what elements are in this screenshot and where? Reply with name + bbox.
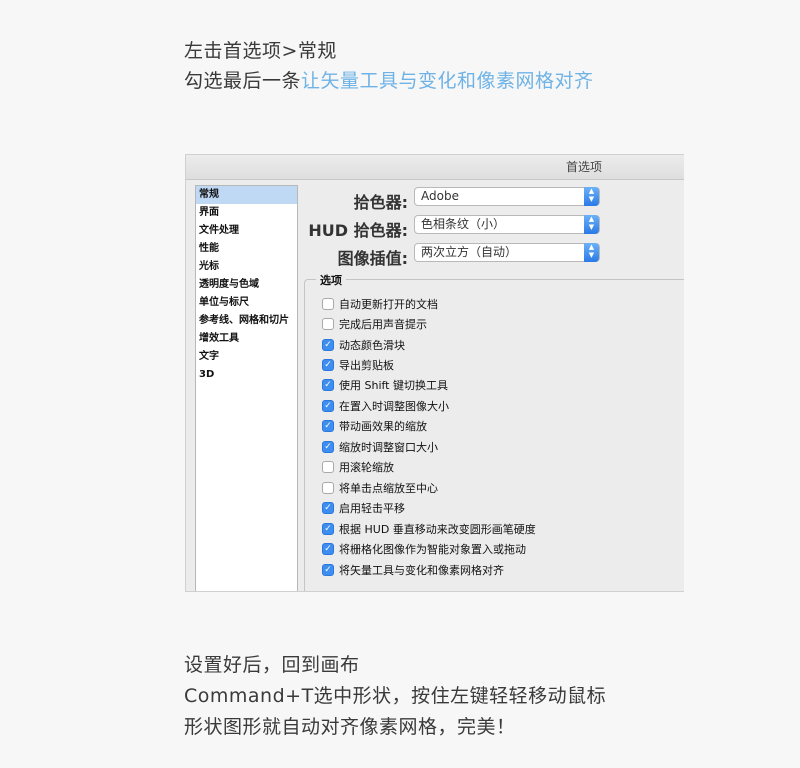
sidebar-item-cursors[interactable]: 光标 (196, 258, 297, 276)
hud-picker-select[interactable]: 色相条纹（小） ▲ ▼ (414, 215, 600, 234)
option-animated-zoom[interactable]: ✓ 带动画效果的缩放 (322, 420, 427, 436)
hud-picker-label: HUD 拾色器: (308, 221, 408, 240)
sidebar-item-file-handling[interactable]: 文件处理 (196, 222, 297, 240)
checkbox-checked[interactable]: ✓ (322, 420, 334, 432)
option-scroll-wheel-zoom[interactable]: 用滚轮缩放 (322, 461, 394, 477)
option-flick-panning[interactable]: ✓ 启用轻击平移 (322, 502, 405, 518)
checkbox-checked[interactable]: ✓ (322, 523, 334, 535)
checkbox-checked[interactable]: ✓ (322, 441, 334, 453)
titlebar: 首选项 (186, 155, 684, 180)
option-label: 带动画效果的缩放 (339, 420, 427, 433)
sidebar-item-general[interactable]: 常规 (196, 186, 297, 204)
sidebar-item-plugins[interactable]: 增效工具 (196, 330, 297, 348)
checkbox-unchecked[interactable] (322, 318, 334, 330)
outro-line-2: Command+T选中形状，按住左键轻轻移动鼠标 (184, 685, 607, 707)
outro-text: 设置好后，回到画布 Command+T选中形状，按住左键轻轻移动鼠标 形状图形就… (184, 650, 606, 743)
chevron-updown-icon: ▲ ▼ (584, 215, 599, 234)
color-picker-select[interactable]: Adobe ▲ ▼ (414, 187, 600, 206)
checkbox-checked[interactable]: ✓ (322, 564, 334, 576)
option-label: 使用 Shift 键切换工具 (339, 379, 448, 392)
outro-line-1: 设置好后，回到画布 (184, 654, 360, 676)
intro-text: 左击首选项>常规 勾选最后一条让矢量工具与变化和像素网格对齐 (184, 36, 594, 96)
sidebar-item-type[interactable]: 文字 (196, 348, 297, 366)
checkbox-unchecked[interactable] (322, 482, 334, 494)
options-legend: 选项 (316, 272, 346, 288)
checkbox-checked[interactable]: ✓ (322, 359, 334, 371)
intro-line-1: 左击首选项>常规 (184, 40, 337, 62)
sidebar-item-performance[interactable]: 性能 (196, 240, 297, 258)
option-zoom-resizes-window[interactable]: ✓ 缩放时调整窗口大小 (322, 441, 438, 457)
chevron-updown-icon: ▲ ▼ (584, 187, 599, 206)
checkbox-checked[interactable]: ✓ (322, 379, 334, 391)
option-resize-on-place[interactable]: ✓ 在置入时调整图像大小 (322, 400, 449, 416)
option-label: 将单击点缩放至中心 (339, 482, 438, 495)
sidebar-item-interface[interactable]: 界面 (196, 204, 297, 222)
color-picker-label: 拾色器: (353, 193, 408, 212)
option-label: 导出剪贴板 (339, 359, 394, 372)
sidebar-item-transparency[interactable]: 透明度与色域 (196, 276, 297, 294)
checkbox-checked[interactable]: ✓ (322, 400, 334, 412)
option-label: 将栅格化图像作为智能对象置入或拖动 (339, 543, 526, 556)
preferences-window: 首选项 常规 界面 文件处理 性能 光标 透明度与色域 单位与标尺 参考线、网格… (185, 154, 684, 592)
sidebar-item-guides-grid[interactable]: 参考线、网格和切片 (196, 312, 297, 330)
checkbox-unchecked[interactable] (322, 461, 334, 473)
option-dynamic-sliders[interactable]: ✓ 动态颜色滑块 (322, 339, 405, 355)
option-snap-vector-pixel-grid[interactable]: ✓ 将矢量工具与变化和像素网格对齐 (322, 564, 504, 580)
chevron-updown-icon: ▲ ▼ (584, 243, 599, 262)
option-export-clipboard[interactable]: ✓ 导出剪贴板 (322, 359, 394, 375)
option-beep-when-done[interactable]: 完成后用声音提示 (322, 318, 427, 334)
option-zoom-clicked-point[interactable]: 将单击点缩放至中心 (322, 482, 438, 498)
intro-line-2-highlight: 让矢量工具与变化和像素网格对齐 (301, 70, 594, 92)
interpolation-value: 两次立方（自动） (421, 245, 518, 259)
option-shift-tool-switch[interactable]: ✓ 使用 Shift 键切换工具 (322, 379, 448, 395)
interpolation-select[interactable]: 两次立方（自动） ▲ ▼ (414, 243, 600, 262)
sidebar-item-units-rulers[interactable]: 单位与标尺 (196, 294, 297, 312)
option-label: 缩放时调整窗口大小 (339, 441, 438, 454)
checkbox-checked[interactable]: ✓ (322, 502, 334, 514)
intro-line-2-prefix: 勾选最后一条 (184, 70, 302, 92)
interpolation-label: 图像插值: (337, 249, 408, 268)
option-label: 完成后用声音提示 (339, 318, 427, 331)
option-hud-brush-hardness[interactable]: ✓ 根据 HUD 垂直移动来改变圆形画笔硬度 (322, 523, 536, 539)
option-label: 动态颜色滑块 (339, 339, 405, 352)
window-title: 首选项 (566, 160, 603, 174)
option-label: 将矢量工具与变化和像素网格对齐 (339, 564, 504, 577)
checkbox-checked[interactable]: ✓ (322, 543, 334, 555)
option-label: 用滚轮缩放 (339, 461, 394, 474)
hud-picker-value: 色相条纹（小） (421, 217, 506, 231)
checkbox-unchecked[interactable] (322, 298, 334, 310)
sidebar-item-3d[interactable]: 3D (196, 366, 297, 384)
option-label: 根据 HUD 垂直移动来改变圆形画笔硬度 (339, 523, 536, 536)
option-label: 自动更新打开的文档 (339, 298, 438, 311)
color-picker-value: Adobe (421, 189, 459, 203)
intro-line-2: 勾选最后一条让矢量工具与变化和像素网格对齐 (184, 66, 594, 96)
option-label: 启用轻击平移 (339, 502, 405, 515)
outro-line-3: 形状图形就自动对齐像素网格，完美！ (184, 716, 516, 738)
preferences-sidebar: 常规 界面 文件处理 性能 光标 透明度与色域 单位与标尺 参考线、网格和切片 … (195, 185, 298, 591)
option-auto-update[interactable]: 自动更新打开的文档 (322, 298, 438, 314)
option-place-smart-object[interactable]: ✓ 将栅格化图像作为智能对象置入或拖动 (322, 543, 526, 559)
option-label: 在置入时调整图像大小 (339, 400, 449, 413)
checkbox-checked[interactable]: ✓ (322, 339, 334, 351)
